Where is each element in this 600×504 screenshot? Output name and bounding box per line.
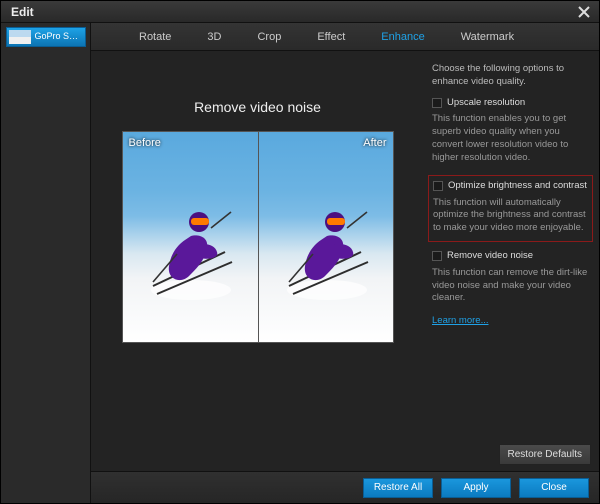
denoise-desc: This function can remove the dirt-like v… [432,267,589,305]
close-window-button[interactable] [575,3,593,21]
preview-panel: Remove video noise [91,51,424,471]
after-label: After [363,137,386,149]
optimize-desc: This function will automatically optimiz… [433,197,588,235]
upscale-label: Upscale resolution [447,97,525,110]
tab-3d[interactable]: 3D [189,23,239,51]
denoise-label: Remove video noise [447,250,533,263]
denoise-row[interactable]: Remove video noise [432,250,589,263]
learn-more-link[interactable]: Learn more... [432,315,489,326]
optimize-label: Optimize brightness and contrast [448,180,587,193]
tab-watermark[interactable]: Watermark [443,23,532,51]
before-label: Before [129,137,161,149]
preview-before: Before [123,132,258,342]
content: Remove video noise [91,51,599,471]
preview-compare: Before [122,131,394,343]
titlebar: Edit [1,1,599,23]
optimize-row[interactable]: Optimize brightness and contrast [433,180,588,193]
sidebar: GoPro Swim... [1,23,91,503]
tab-enhance[interactable]: Enhance [363,23,442,51]
restore-defaults-button[interactable]: Restore Defaults [499,444,591,466]
preview-after: After [258,132,393,342]
preview-title: Remove video noise [194,99,321,115]
options-panel: Choose the following options to enhance … [424,51,599,471]
main: Rotate 3D Crop Effect Enhance Watermark … [91,23,599,503]
optimize-highlight: Optimize brightness and contrast This fu… [428,175,593,242]
tabs: Rotate 3D Crop Effect Enhance Watermark [91,23,599,51]
skier-icon [147,194,237,304]
thumbnail-image [9,30,31,44]
thumbnail-label: GoPro Swim... [35,31,85,41]
close-button[interactable]: Close [519,478,589,498]
upscale-row[interactable]: Upscale resolution [432,97,589,110]
clip-thumbnail[interactable]: GoPro Swim... [6,27,86,47]
body: GoPro Swim... Rotate 3D Crop Effect Enha… [1,23,599,503]
options-intro: Choose the following options to enhance … [432,63,589,89]
restore-all-button[interactable]: Restore All [363,478,433,498]
tab-crop[interactable]: Crop [239,23,299,51]
close-icon [578,6,590,18]
optimize-checkbox[interactable] [433,181,443,191]
denoise-checkbox[interactable] [432,251,442,261]
skier-icon [283,194,373,304]
upscale-desc: This function enables you to get superb … [432,113,589,164]
tab-effect[interactable]: Effect [299,23,363,51]
upscale-checkbox[interactable] [432,98,442,108]
edit-window: Edit GoPro Swim... Rotate 3D Crop Effect… [0,0,600,504]
footer: Restore All Apply Close [91,471,599,503]
window-title: Edit [11,5,34,19]
apply-button[interactable]: Apply [441,478,511,498]
tab-rotate[interactable]: Rotate [121,23,189,51]
